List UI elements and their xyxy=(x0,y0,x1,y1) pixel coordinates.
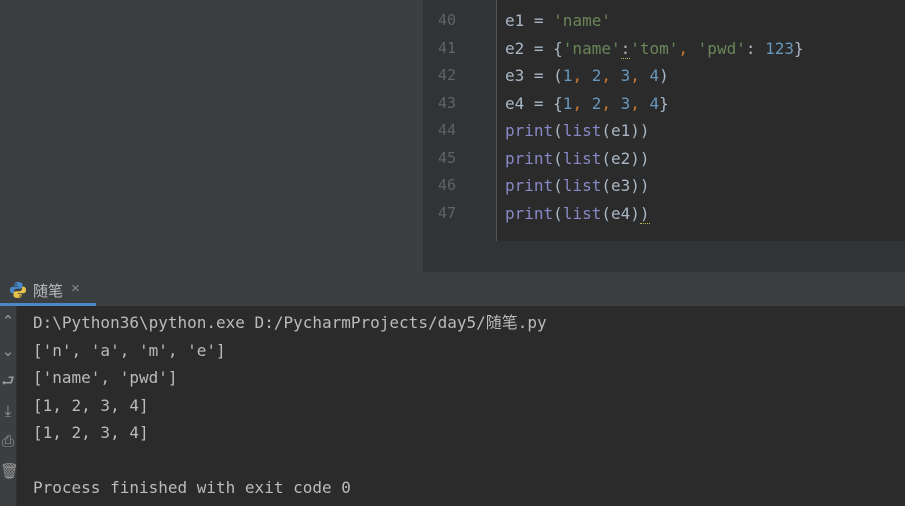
project-panel xyxy=(0,0,423,272)
code-line[interactable]: 47 print(list(e4)) xyxy=(423,200,905,227)
code-token: ( xyxy=(553,148,563,168)
code-token: , xyxy=(601,93,621,113)
code-token: } xyxy=(794,38,804,58)
code-token: e1 = xyxy=(505,11,554,30)
code-line[interactable]: 46 print(list(e3)) xyxy=(423,172,905,199)
code-token: 3 xyxy=(620,93,631,113)
line-number: 43 xyxy=(437,93,456,112)
line-number: 42 xyxy=(437,66,456,84)
line-number: 41 xyxy=(437,38,456,57)
line-number: 46 xyxy=(437,176,456,194)
code-text: print(list(e3)) xyxy=(505,172,650,199)
line-number: 40 xyxy=(437,11,456,29)
code-line[interactable]: 40 e1 = 'name' xyxy=(423,7,905,34)
code-text: e4 = {1, 2, 3, 4} xyxy=(505,90,669,117)
run-tab[interactable]: 随笔 × xyxy=(0,272,96,306)
code-token: 'tom' xyxy=(630,38,679,58)
code-token: 123 xyxy=(765,38,795,58)
code-token: ( xyxy=(553,176,563,195)
code-text: print(list(e1)) xyxy=(505,117,650,144)
code-token: : xyxy=(620,38,631,59)
code-token: 'name' xyxy=(553,11,611,30)
code-token: , xyxy=(572,93,592,113)
print-icon[interactable]: ⎙ xyxy=(0,430,16,454)
code-token: (e2)) xyxy=(601,148,650,168)
code-token: (e1)) xyxy=(601,121,650,140)
code-token: list xyxy=(562,203,602,223)
code-line[interactable]: 42 e3 = (1, 2, 3, 4) xyxy=(423,62,905,89)
code-token: list xyxy=(562,176,602,195)
code-line[interactable]: 45 print(list(e2)) xyxy=(423,145,905,172)
line-number: 44 xyxy=(437,121,456,139)
code-token: print xyxy=(505,176,554,195)
code-token: ( xyxy=(553,121,563,140)
console-line: Process finished with exit code 0 xyxy=(33,478,351,497)
code-text: e2 = {'name':'tom', 'pwd': 123} xyxy=(505,35,804,62)
code-token: 1 xyxy=(562,66,573,85)
top-area: 40 e1 = 'name' 41 e2 = {'name':'tom', 'pwd'… xyxy=(0,0,905,272)
run-tool-tabbar: 随笔 × xyxy=(0,272,905,307)
soft-wrap-icon[interactable]: ⮐ xyxy=(0,370,16,394)
console-line: D:\Python36\python.exe D:/PycharmProject… xyxy=(33,313,547,332)
console-line: [1, 2, 3, 4] xyxy=(33,423,149,442)
console-toolbar: ⌃ ⌄ ⮐ ⤓ ⎙ 🗑 xyxy=(0,306,19,506)
code-editor[interactable]: 40 e1 = 'name' 41 e2 = {'name':'tom', 'pwd'… xyxy=(423,0,905,272)
code-token: 4 xyxy=(649,66,660,85)
run-console: ⌃ ⌄ ⮐ ⤓ ⎙ 🗑 D:\Python36\python.exe D:/Pycharm… xyxy=(0,306,905,506)
code-line[interactable]: 41 e2 = {'name':'tom', 'pwd': 123} xyxy=(423,35,905,62)
code-token: 3 xyxy=(620,66,631,85)
code-token: 'name' xyxy=(562,38,621,58)
code-line[interactable]: 43 e4 = {1, 2, 3, 4} xyxy=(423,90,905,117)
scroll-up-icon[interactable]: ⌃ xyxy=(0,310,16,334)
code-token: print xyxy=(505,148,554,168)
code-token: e2 = { xyxy=(505,38,563,58)
scroll-to-end-icon[interactable]: ⤓ xyxy=(0,400,16,424)
code-token: ) xyxy=(639,203,650,224)
line-number: 45 xyxy=(437,148,456,167)
code-token: } xyxy=(659,93,669,113)
code-token: : xyxy=(745,38,766,58)
code-token: 'pwd' xyxy=(697,38,746,58)
code-token: e4 = { xyxy=(505,93,563,113)
code-token: , xyxy=(572,66,592,85)
code-token: , xyxy=(601,66,621,85)
code-token: list xyxy=(562,121,602,140)
console-line: ['name', 'pwd'] xyxy=(33,368,178,387)
code-token: , xyxy=(630,66,650,85)
code-token: ( xyxy=(553,203,563,223)
console-line: [1, 2, 3, 4] xyxy=(33,395,149,415)
code-token: 4 xyxy=(649,93,660,113)
python-icon xyxy=(10,282,26,298)
delete-icon[interactable]: 🗑 xyxy=(0,460,19,484)
code-text: e1 = 'name' xyxy=(505,7,611,34)
code-token: print xyxy=(505,121,554,140)
code-token: , xyxy=(678,38,698,58)
code-token: list xyxy=(562,148,602,168)
code-token: print xyxy=(505,203,554,223)
code-text: print(list(e4)) xyxy=(505,200,650,227)
code-line[interactable]: 44 print(list(e1)) xyxy=(423,117,905,144)
console-line: ['n', 'a', 'm', 'e'] xyxy=(33,340,226,360)
close-icon[interactable]: × xyxy=(71,280,80,297)
line-number: 47 xyxy=(437,203,456,222)
code-token: , xyxy=(630,93,650,113)
code-token: (e4) xyxy=(601,203,640,223)
run-tab-label: 随笔 xyxy=(33,283,64,300)
code-token: e3 = ( xyxy=(505,66,563,85)
editor-bottom-strip xyxy=(423,241,905,272)
code-token: 2 xyxy=(591,93,602,113)
code-token: 2 xyxy=(591,66,602,85)
scroll-down-icon[interactable]: ⌄ xyxy=(0,340,16,364)
code-token: ) xyxy=(659,66,669,85)
code-text: e3 = (1, 2, 3, 4) xyxy=(505,62,669,89)
code-token: (e3)) xyxy=(601,176,650,195)
code-text: print(list(e2)) xyxy=(505,145,650,172)
code-token: 1 xyxy=(562,93,573,113)
